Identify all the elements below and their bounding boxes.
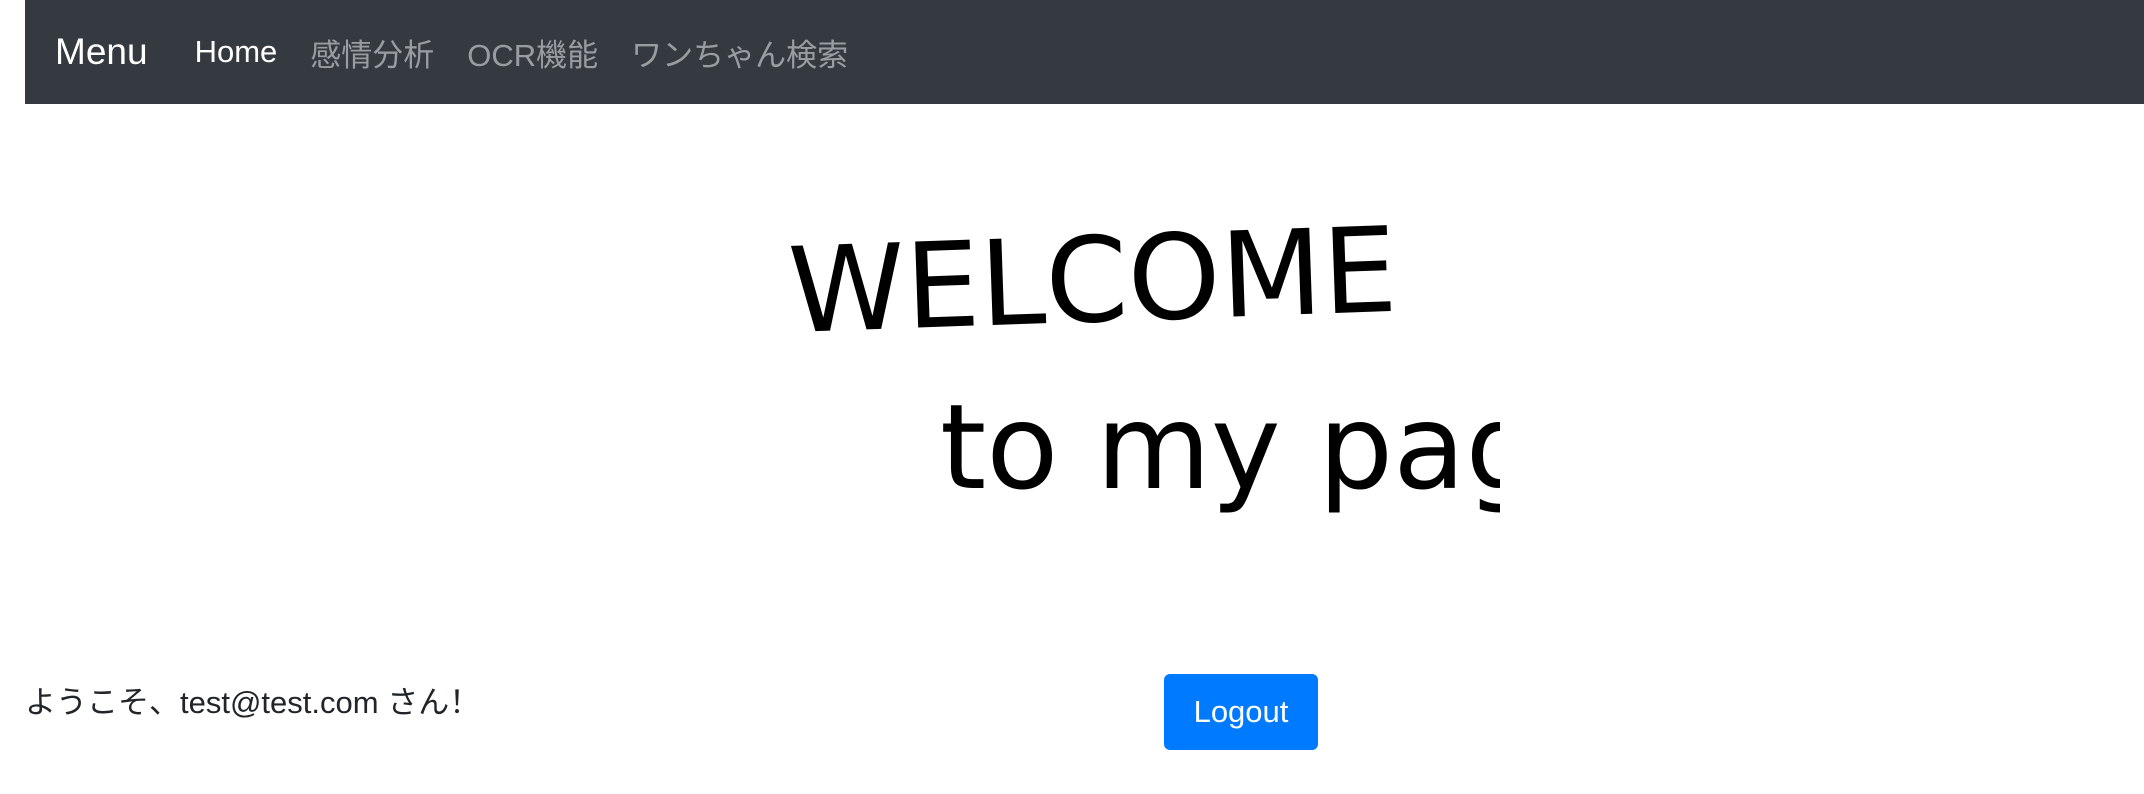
welcome-hero: WELCOME to my page bbox=[780, 201, 1613, 560]
navbar-brand[interactable]: Menu bbox=[55, 31, 148, 73]
logout-button[interactable]: Logout bbox=[1164, 674, 1318, 750]
nav-item-home[interactable]: Home bbox=[195, 34, 278, 70]
top-navbar: Menu Home 感情分析 OCR機能 ワンちゃん検索 bbox=[25, 0, 2144, 104]
nav-item-ocr[interactable]: OCR機能 bbox=[467, 30, 598, 75]
welcome-handwritten-graphic: WELCOME to my page bbox=[786, 201, 1613, 516]
nav-item-dog-search[interactable]: ワンちゃん検索 bbox=[631, 30, 848, 75]
nav-item-sentiment-analysis[interactable]: 感情分析 bbox=[310, 30, 434, 75]
welcome-title: WELCOME bbox=[786, 220, 1399, 360]
greeting-text: ようこそ、test@test.com さん！ bbox=[25, 685, 481, 720]
welcome-subtitle: to my page bbox=[940, 378, 1500, 516]
